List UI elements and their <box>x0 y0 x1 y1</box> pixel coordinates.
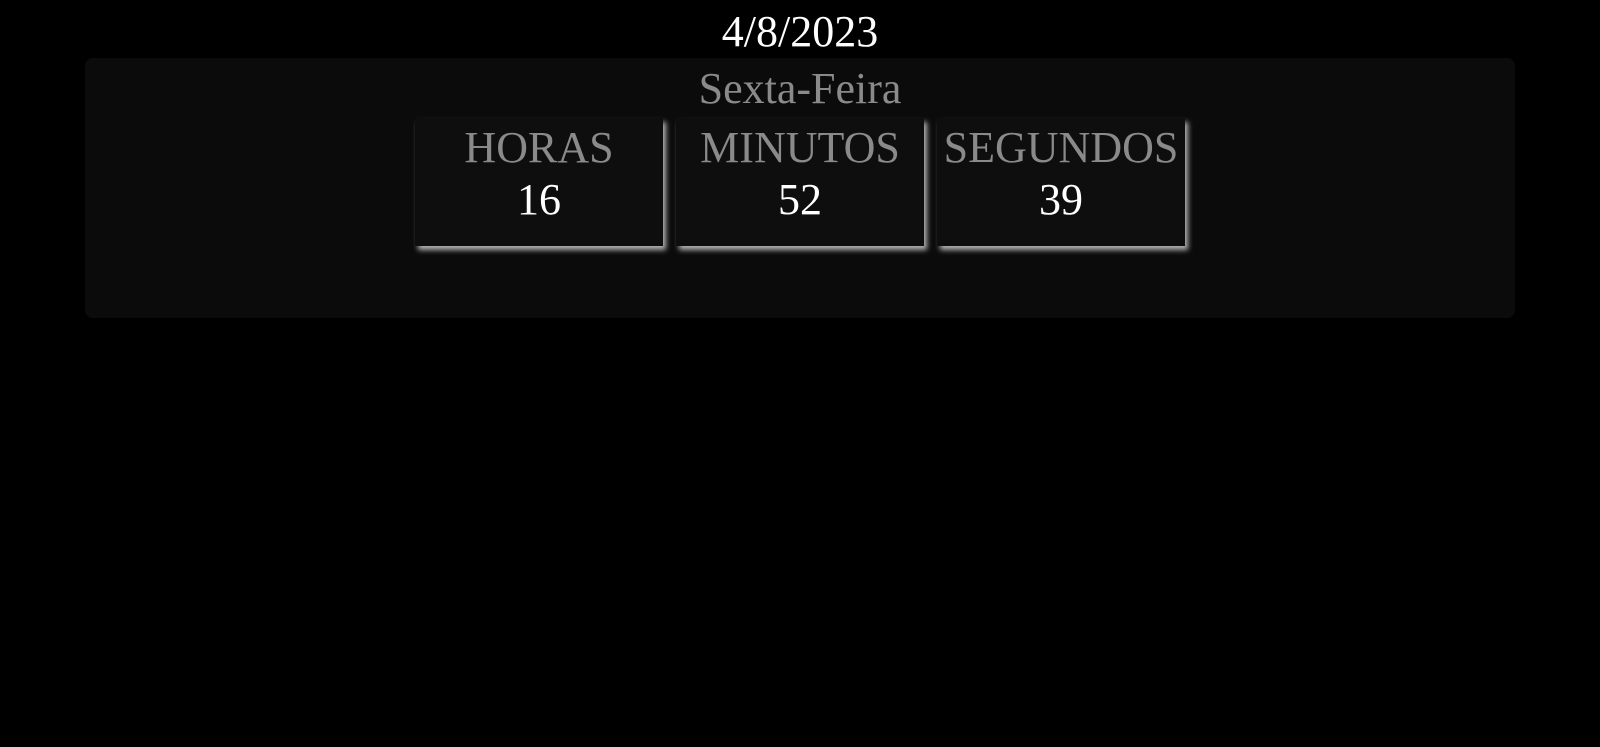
hours-value: 16 <box>517 175 561 224</box>
minutes-label: MINUTOS <box>700 123 900 172</box>
weekday-display: Sexta-Feira <box>698 64 902 113</box>
seconds-label: SEGUNDOS <box>943 123 1179 172</box>
date-display: 4/8/2023 <box>721 7 879 56</box>
hours-card: HORAS 16 <box>415 118 663 246</box>
time-units: HORAS 16 MINUTOS 52 SEGUNDOS 39 <box>415 118 1185 246</box>
clock-panel: Sexta-Feira HORAS 16 MINUTOS 52 SEGUNDOS… <box>85 58 1515 318</box>
seconds-value: 39 <box>1039 175 1083 224</box>
minutes-card: MINUTOS 52 <box>676 118 924 246</box>
minutes-value: 52 <box>778 175 822 224</box>
seconds-card: SEGUNDOS 39 <box>937 118 1185 246</box>
hours-label: HORAS <box>464 123 614 172</box>
